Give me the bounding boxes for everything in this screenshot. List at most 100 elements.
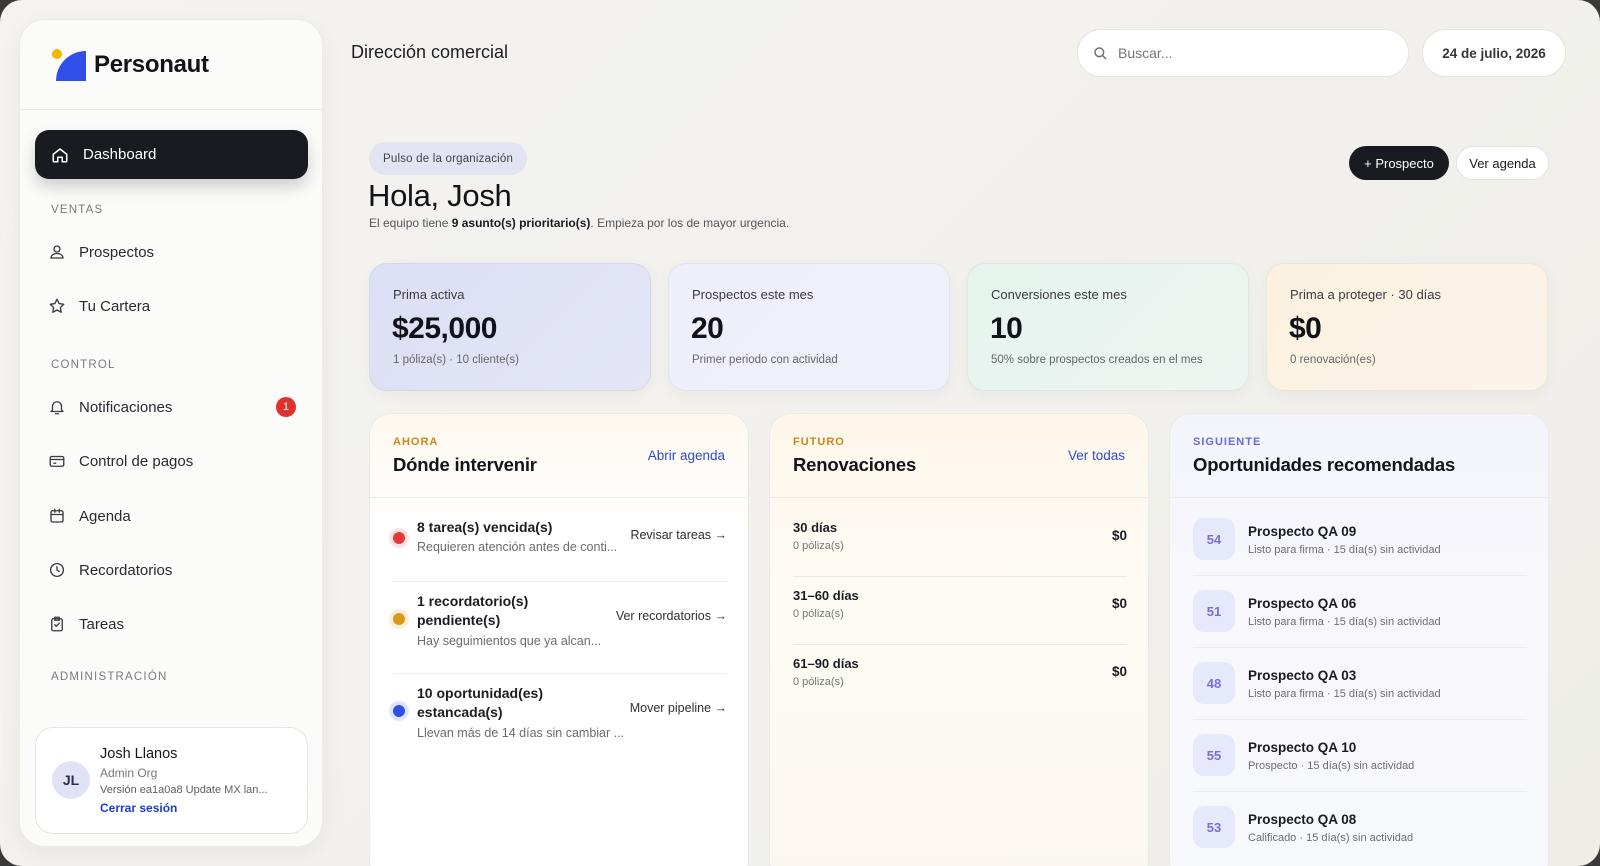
sidebar-item-recordatorios[interactable]: Recordatorios [48, 556, 308, 584]
opportunity-sub: Listo para firma · 15 día(s) sin activid… [1248, 688, 1441, 700]
notification-badge: 1 [276, 397, 296, 417]
renewal-row-30[interactable]: 30 días 0 póliza(s) $0 [793, 509, 1127, 577]
user-role: Admin Org [100, 766, 158, 780]
bell-icon [50, 401, 64, 415]
move-pipeline-link[interactable]: Mover pipeline → [630, 701, 727, 715]
opportunity-name: Prospecto QA 09 [1248, 524, 1357, 539]
sidebar-item-label: Recordatorios [79, 561, 173, 579]
opportunity-sub: Listo para firma · 15 día(s) sin activid… [1248, 544, 1441, 556]
page-title: Dirección comercial [351, 42, 509, 62]
sidebar-item-label: Control de pagos [79, 452, 194, 470]
calendar-icon [50, 508, 64, 523]
sidebar-item-label: Agenda [79, 507, 131, 525]
greeting: Hola, Josh [368, 178, 512, 213]
opportunity-name: Prospecto QA 06 [1248, 596, 1357, 611]
renewal-label: 31–60 días [793, 588, 859, 603]
search-bar[interactable] [1077, 29, 1409, 77]
panel-title: Renovaciones [793, 454, 917, 475]
opportunity-row[interactable]: 48 Prospecto QA 03 Listo para firma · 15… [1193, 648, 1527, 720]
score-badge: 51 [1193, 590, 1235, 632]
stat-label: Conversiones este mes [991, 287, 1127, 302]
stat-label: Prima activa [393, 287, 465, 302]
credit-card-icon [49, 455, 65, 467]
sidebar-item-control-de-pagos[interactable]: Control de pagos [48, 447, 308, 475]
renewal-value: $0 [1111, 664, 1127, 679]
status-dot [393, 705, 405, 717]
task-desc: Requieren atención antes de conti... [417, 540, 618, 554]
app-version: Versión ea1a0a8 Update MX lan... [100, 784, 268, 796]
opportunity-name: Prospecto QA 10 [1248, 740, 1357, 755]
task-row-recordatorios[interactable]: 1 recordatorio(s) pendiente(s) Hay seguim… [393, 582, 727, 674]
section-label-control: CONTROL [51, 359, 116, 371]
sidebar-item-dashboard[interactable]: Dashboard [35, 130, 308, 179]
panel-kicker: FUTURO [793, 436, 845, 448]
task-row-oportunidades[interactable]: 10 oportunidad(es) estancada(s) Llevan má… [393, 674, 727, 766]
stat-card-prima-proteger: Prima a proteger · 30 días $0 0 renovaci… [1266, 263, 1548, 391]
renewal-row-90[interactable]: 61–90 días 0 póliza(s) $0 [793, 645, 1127, 713]
org-pulse-label: Pulso de la organización [369, 142, 528, 175]
opportunity-row[interactable]: 55 Prospecto QA 10 Prospecto · 15 día(s)… [1193, 720, 1527, 792]
stat-card-conversiones: Conversiones este mes 10 50% sobre prosp… [967, 263, 1249, 391]
greeting-subtitle: El equipo tiene 9 asunto(s) prioritario(… [369, 216, 790, 230]
stat-value: $25,000 [392, 312, 497, 345]
opportunity-name: Prospecto QA 03 [1248, 668, 1357, 683]
opportunity-name: Prospecto QA 08 [1248, 812, 1357, 827]
sidebar-item-agenda[interactable]: Agenda [48, 502, 308, 530]
date-pill[interactable]: 24 de julio, 2026 [1422, 29, 1566, 77]
add-prospect-button[interactable]: + Prospecto [1349, 146, 1449, 180]
brand-name: Personaut [94, 50, 209, 78]
search-icon [1094, 47, 1107, 60]
stat-sub: Primer periodo con actividad [692, 354, 838, 366]
opportunity-row[interactable]: 53 Prospecto QA 08 Calificado · 15 día(s… [1193, 792, 1527, 864]
status-dot [393, 532, 405, 544]
stat-sub: 50% sobre prospectos creados en el mes [991, 354, 1203, 366]
score-badge: 53 [1193, 806, 1235, 848]
task-desc: Llevan más de 14 días sin cambiar ... [417, 726, 625, 740]
sidebar-item-notificaciones[interactable]: Notificaciones 1 [48, 393, 308, 421]
renewal-value: $0 [1111, 528, 1127, 543]
app-window: Personaut Dashboard VENTAS Prospectos Tu… [0, 0, 1600, 866]
view-reminders-link[interactable]: Ver recordatorios → [616, 609, 727, 623]
stat-sub: 0 renovación(es) [1290, 354, 1376, 366]
task-title: 10 oportunidad(es) estancada(s) [417, 685, 544, 720]
avatar[interactable]: JL [52, 761, 90, 799]
user-icon [50, 245, 64, 259]
panel-title: Dónde intervenir [393, 454, 537, 475]
section-label-administracion: ADMINISTRACIÓN [51, 671, 168, 683]
status-dot [393, 613, 405, 625]
sidebar-item-label: Tareas [79, 615, 125, 633]
clock-icon [49, 562, 65, 578]
panel-donde-intervenir: AHORA Dónde intervenir Abrir agenda 8 ta… [369, 413, 749, 866]
review-tasks-link[interactable]: Revisar tareas → [630, 528, 727, 542]
task-desc: Hay seguimientos que ya alcan... [417, 634, 602, 648]
user-card: JL Josh Llanos Admin Org Versión ea1a0a8… [35, 727, 308, 834]
panel-title: Oportunidades recomendadas [1193, 454, 1456, 475]
user-name: Josh Llanos [100, 746, 178, 762]
search-input[interactable] [1118, 45, 1378, 61]
panel-header: FUTURO Renovaciones Ver todas [770, 414, 1148, 498]
score-badge: 48 [1193, 662, 1235, 704]
task-row-vencidas[interactable]: 8 tarea(s) vencida(s) Requieren atención… [393, 510, 727, 582]
view-agenda-button[interactable]: Ver agenda [1456, 146, 1549, 180]
stat-value: $0 [1289, 312, 1322, 345]
sidebar-item-label: Tu Cartera [79, 297, 151, 315]
sidebar: Personaut Dashboard VENTAS Prospectos Tu… [19, 19, 323, 847]
sidebar-item-label: Dashboard [83, 146, 157, 163]
score-badge: 54 [1193, 518, 1235, 560]
open-agenda-link[interactable]: Abrir agenda [648, 448, 725, 463]
view-all-link[interactable]: Ver todas [1068, 448, 1125, 463]
renewal-sub: 0 póliza(s) [793, 540, 844, 552]
opportunity-sub: Listo para firma · 15 día(s) sin activid… [1248, 616, 1441, 628]
renewal-row-60[interactable]: 31–60 días 0 póliza(s) $0 [793, 577, 1127, 645]
sidebar-item-prospectos[interactable]: Prospectos [48, 238, 308, 266]
task-title: 1 recordatorio(s) pendiente(s) [417, 593, 529, 628]
stat-label: Prospectos este mes [692, 287, 814, 302]
renewal-value: $0 [1111, 596, 1127, 611]
opportunity-row[interactable]: 51 Prospecto QA 06 Listo para firma · 15… [1193, 576, 1527, 648]
logout-link[interactable]: Cerrar sesión [100, 801, 177, 815]
sidebar-item-tareas[interactable]: Tareas [48, 610, 308, 638]
panel-header: SIGUIENTE Oportunidades recomendadas [1170, 414, 1548, 498]
opportunity-row[interactable]: 54 Prospecto QA 09 Listo para firma · 15… [1193, 504, 1527, 576]
sidebar-item-tu-cartera[interactable]: Tu Cartera [48, 292, 308, 320]
brand[interactable]: Personaut [20, 20, 322, 110]
